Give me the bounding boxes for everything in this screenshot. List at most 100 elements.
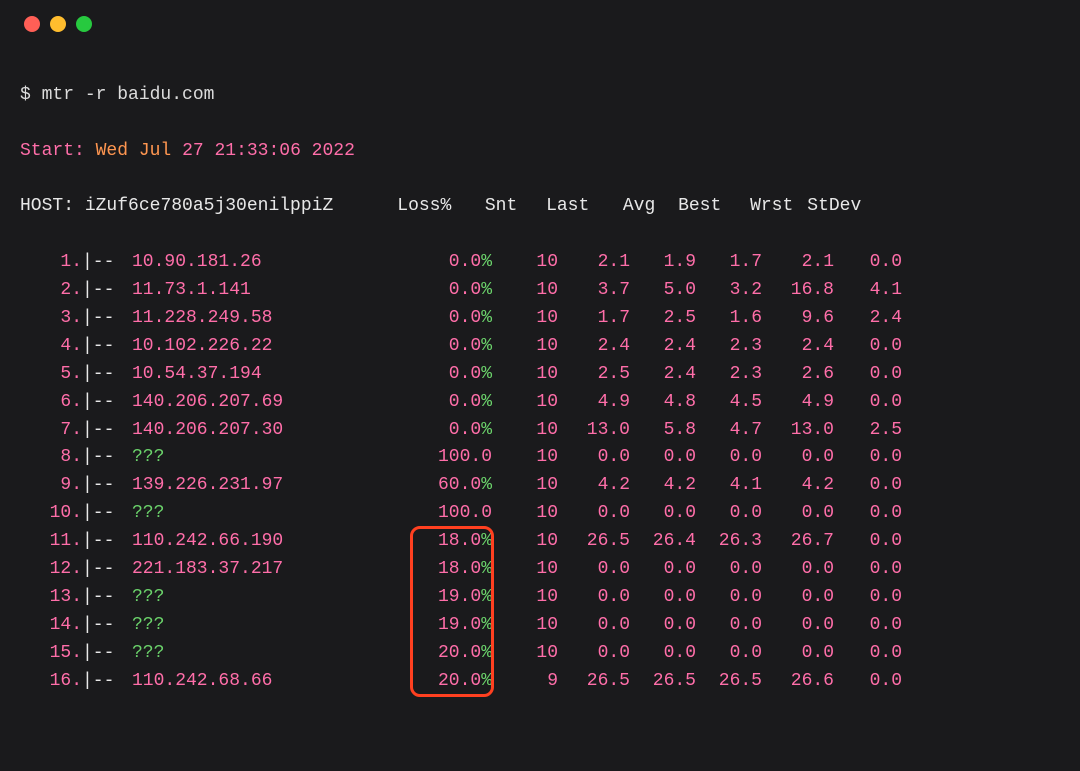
hop-number: 4. — [20, 333, 82, 361]
hop-row: 6.|-- 140.206.207.690.0%104.94.84.54.90.… — [20, 389, 1060, 417]
hop-last: 2.1 — [558, 249, 630, 277]
command-line: $ mtr -r baidu.com — [20, 82, 1060, 110]
start-line: Start: Wed Jul 27 21:33:06 2022 — [20, 138, 1060, 166]
hop-best: 0.0 — [696, 500, 762, 528]
percent-icon: % — [481, 643, 492, 663]
hop-number: 11. — [20, 528, 82, 556]
hop-number: 16. — [20, 668, 82, 696]
hop-wrst: 0.0 — [762, 556, 834, 584]
hop-best: 26.3 — [696, 528, 762, 556]
hop-best: 4.1 — [696, 472, 762, 500]
hop-loss: 0.0% — [412, 277, 492, 305]
hop-stdev: 0.0 — [834, 500, 902, 528]
hop-last: 0.0 — [558, 584, 630, 612]
hop-number: 1. — [20, 249, 82, 277]
hop-avg: 0.0 — [630, 500, 696, 528]
hop-wrst: 26.6 — [762, 668, 834, 696]
hop-avg: 1.9 — [630, 249, 696, 277]
hop-row: 4.|-- 10.102.226.220.0%102.42.42.32.40.0 — [20, 333, 1060, 361]
hop-separator: |-- — [82, 584, 132, 612]
hop-row: 8.|-- ???100.0100.00.00.00.00.0 — [20, 444, 1060, 472]
hop-separator: |-- — [82, 305, 132, 333]
hop-last: 26.5 — [558, 528, 630, 556]
hop-best: 0.0 — [696, 612, 762, 640]
hop-snt: 10 — [492, 305, 558, 333]
col-wrst: Wrst — [721, 193, 793, 221]
zoom-icon[interactable] — [76, 16, 92, 32]
hop-best: 0.0 — [696, 556, 762, 584]
hop-avg: 26.4 — [630, 528, 696, 556]
col-stdev: StDev — [793, 193, 861, 221]
hop-avg: 2.5 — [630, 305, 696, 333]
hop-wrst: 2.4 — [762, 333, 834, 361]
hop-last: 0.0 — [558, 556, 630, 584]
percent-icon: % — [481, 531, 492, 551]
minimize-icon[interactable] — [50, 16, 66, 32]
hop-wrst: 2.6 — [762, 361, 834, 389]
hop-last: 0.0 — [558, 444, 630, 472]
hop-stdev: 0.0 — [834, 444, 902, 472]
hop-loss: 18.0% — [412, 528, 492, 556]
hop-separator: |-- — [82, 612, 132, 640]
hop-best: 4.7 — [696, 417, 762, 445]
percent-icon: % — [481, 336, 492, 356]
hop-stdev: 0.0 — [834, 668, 902, 696]
hop-wrst: 0.0 — [762, 584, 834, 612]
hop-loss: 19.0% — [412, 612, 492, 640]
hop-separator: |-- — [82, 389, 132, 417]
percent-icon: % — [481, 475, 492, 495]
hostname: iZuf6ce780a5j30enilppiZ — [85, 196, 333, 216]
hop-host: 110.242.68.66 — [132, 668, 412, 696]
hop-stdev: 0.0 — [834, 612, 902, 640]
hop-separator: |-- — [82, 249, 132, 277]
hop-row: 9.|-- 139.226.231.9760.0%104.24.24.14.20… — [20, 472, 1060, 500]
close-icon[interactable] — [24, 16, 40, 32]
hop-row: 1.|-- 10.90.181.260.0%102.11.91.72.10.0 — [20, 249, 1060, 277]
hop-loss: 0.0% — [412, 249, 492, 277]
hop-number: 6. — [20, 389, 82, 417]
hop-stdev: 2.5 — [834, 417, 902, 445]
hop-wrst: 0.0 — [762, 444, 834, 472]
hop-loss: 0.0% — [412, 417, 492, 445]
hop-snt: 10 — [492, 584, 558, 612]
hop-row: 10.|-- ???100.0100.00.00.00.00.0 — [20, 500, 1060, 528]
hop-separator: |-- — [82, 361, 132, 389]
hop-separator: |-- — [82, 472, 132, 500]
hop-row: 14.|-- ???19.0%100.00.00.00.00.0 — [20, 612, 1060, 640]
hop-best: 2.3 — [696, 361, 762, 389]
hop-avg: 5.8 — [630, 417, 696, 445]
hop-avg: 2.4 — [630, 333, 696, 361]
window-controls — [0, 0, 1080, 54]
hop-loss: 20.0% — [412, 668, 492, 696]
percent-icon: % — [481, 364, 492, 384]
hop-avg: 4.2 — [630, 472, 696, 500]
hop-last: 2.5 — [558, 361, 630, 389]
hop-snt: 10 — [492, 333, 558, 361]
header-row: HOST: iZuf6ce780a5j30enilppiZLoss%SntLas… — [20, 193, 1060, 221]
col-last: Last — [517, 193, 589, 221]
hop-avg: 26.5 — [630, 668, 696, 696]
hop-wrst: 4.2 — [762, 472, 834, 500]
hop-host-unknown: ??? — [132, 584, 412, 612]
hop-stdev: 0.0 — [834, 584, 902, 612]
hop-snt: 10 — [492, 528, 558, 556]
hop-last: 1.7 — [558, 305, 630, 333]
hop-best: 0.0 — [696, 444, 762, 472]
hop-wrst: 4.9 — [762, 389, 834, 417]
hop-avg: 0.0 — [630, 556, 696, 584]
hop-loss: 18.0% — [412, 556, 492, 584]
hop-host: 221.183.37.217 — [132, 556, 412, 584]
hop-stdev: 0.0 — [834, 249, 902, 277]
hop-avg: 0.0 — [630, 584, 696, 612]
hop-row: 12.|-- 221.183.37.21718.0%100.00.00.00.0… — [20, 556, 1060, 584]
hop-last: 26.5 — [558, 668, 630, 696]
command-text: mtr -r baidu.com — [42, 85, 215, 105]
col-loss: Loss% — [371, 193, 451, 221]
terminal-output: $ mtr -r baidu.com Start: Wed Jul 27 21:… — [0, 54, 1080, 771]
percent-icon: % — [481, 587, 492, 607]
hop-host: 140.206.207.30 — [132, 417, 412, 445]
hop-avg: 2.4 — [630, 361, 696, 389]
hop-number: 15. — [20, 640, 82, 668]
percent-icon: % — [481, 280, 492, 300]
hop-snt: 10 — [492, 444, 558, 472]
